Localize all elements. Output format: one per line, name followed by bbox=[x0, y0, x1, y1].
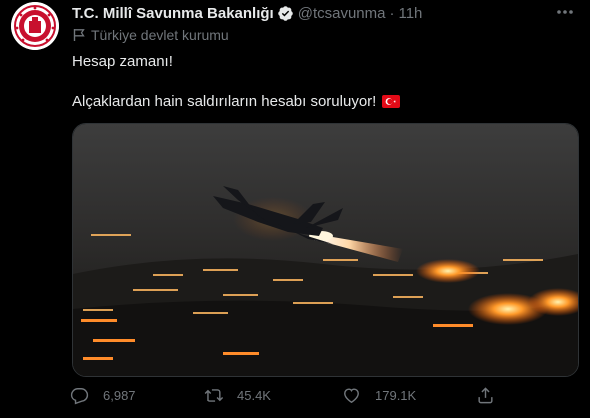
reply-count: 6,987 bbox=[103, 388, 136, 403]
government-label: Türkiye devlet kurumu bbox=[72, 27, 229, 43]
turkey-flag-icon bbox=[382, 95, 401, 108]
tweet-header: T.C. Millî Savunma Bakanlığı @tcsavunma … bbox=[72, 3, 422, 23]
avatar[interactable] bbox=[11, 2, 59, 50]
retweet-button[interactable]: 45.4K bbox=[204, 386, 271, 405]
verified-badge-icon bbox=[277, 5, 294, 22]
display-name[interactable]: T.C. Millî Savunma Bakanlığı bbox=[72, 5, 274, 22]
share-icon bbox=[478, 387, 493, 404]
tweet-photo[interactable] bbox=[72, 123, 579, 377]
like-count: 179.1K bbox=[375, 388, 417, 403]
retweet-count: 45.4K bbox=[237, 388, 271, 403]
tweet[interactable]: T.C. Millî Savunma Bakanlığı @tcsavunma … bbox=[0, 0, 590, 418]
retweet-icon bbox=[204, 389, 223, 402]
share-button[interactable] bbox=[476, 386, 509, 405]
tweet-actions: 6,987 45.4K 179.1K bbox=[64, 386, 524, 410]
ministry-logo bbox=[11, 2, 59, 50]
account-label[interactable]: Türkiye devlet kurumu bbox=[91, 27, 229, 43]
reply-button[interactable]: 6,987 bbox=[70, 386, 136, 405]
handle[interactable]: @tcsavunma bbox=[298, 5, 386, 22]
tweet-text-line-2-row: Alçaklardan hain saldırıların hesabı sor… bbox=[72, 93, 401, 110]
flag-label-icon bbox=[72, 28, 86, 42]
timestamp[interactable]: 11h bbox=[398, 5, 422, 22]
heart-icon bbox=[344, 388, 359, 404]
like-button[interactable]: 179.1K bbox=[342, 386, 416, 405]
tweet-text-line-1: Hesap zamanı! bbox=[72, 53, 173, 70]
more-options-icon[interactable] bbox=[554, 4, 576, 20]
tweet-text-line-2: Alçaklardan hain saldırıların hesabı sor… bbox=[72, 93, 377, 110]
night-jet-photo bbox=[73, 124, 578, 376]
reply-icon bbox=[70, 388, 89, 405]
separator: · bbox=[389, 4, 395, 22]
